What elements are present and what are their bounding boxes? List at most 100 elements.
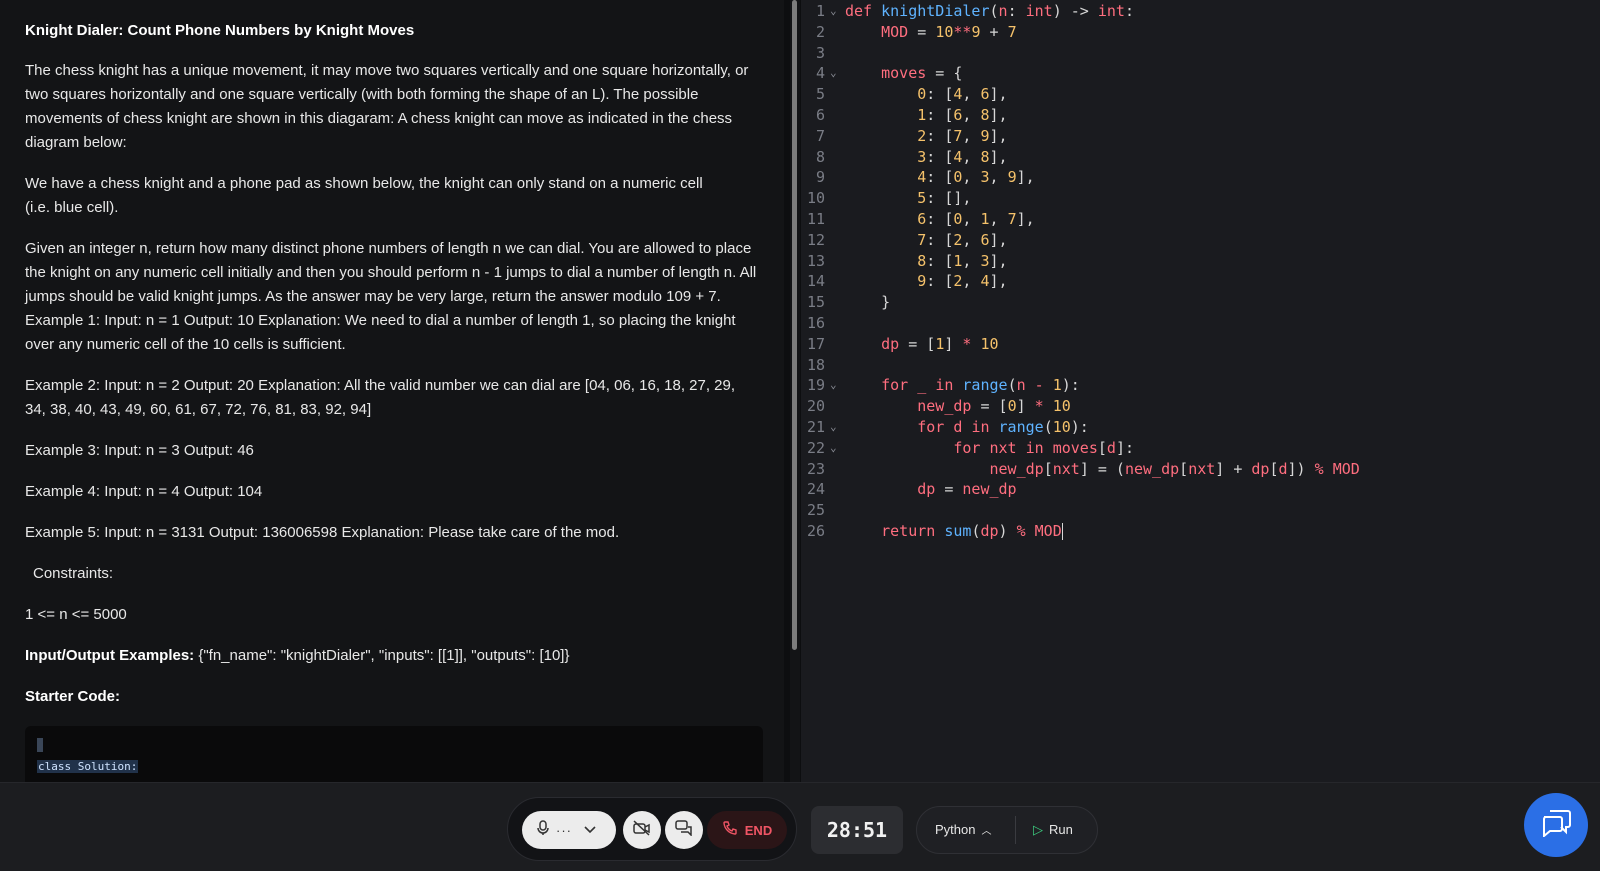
fold-chevron-icon[interactable]: ⌄ — [830, 375, 837, 396]
fold-chevron-icon[interactable]: ⌄ — [830, 417, 837, 438]
line-number: 13 — [806, 251, 825, 270]
chevron-up-icon: ︿ — [981, 826, 992, 837]
line-number: 21 — [806, 417, 825, 436]
code-line: 9 4: [0, 3, 9], — [801, 167, 1600, 188]
code-line: 13 8: [1, 3], — [801, 251, 1600, 272]
code-line: 10 5: [], — [801, 188, 1600, 209]
line-number: 26 — [806, 521, 825, 540]
problem-scrollbar-thumb[interactable] — [792, 0, 797, 650]
code-text: dp = new_dp — [917, 480, 1017, 499]
microphone-icon — [536, 820, 550, 840]
code-text: 3: [4, 8], — [917, 147, 1008, 166]
code-text: moves = { — [881, 64, 963, 83]
code-text: 8: [1, 3], — [917, 251, 1008, 270]
code-line: 26 return sum(dp) % MOD — [801, 521, 1600, 542]
starter-code-block[interactable]: class Solution: — [25, 726, 763, 782]
code-text: } — [845, 293, 891, 312]
fold-chevron-icon[interactable]: ⌄ — [830, 438, 837, 459]
code-line: 4 ⌄ moves = { — [801, 63, 1600, 84]
language-run-group: Python ︿ ▷ Run — [916, 806, 1098, 854]
code-line: 24 dp = new_dp — [801, 479, 1600, 500]
line-number: 14 — [806, 272, 825, 291]
problem-paragraph: The chess knight has a unique movement, … — [25, 62, 749, 151]
starter-label-text: Starter Code: — [25, 688, 121, 705]
line-number: 4 — [815, 64, 825, 83]
line-number: 5 — [815, 85, 825, 104]
code-line: 11 6: [0, 1, 7], — [801, 209, 1600, 230]
constraint-text: 1 <= n <= 5000 — [25, 606, 127, 623]
line-number: 8 — [815, 147, 825, 166]
code-text: new_dp[nxt] = (new_dp[nxt] + dp[d]) % MO… — [989, 459, 1360, 478]
line-number: 12 — [806, 230, 825, 249]
code-text: 4: [0, 3, 9], — [917, 168, 1035, 187]
starter-code-line: class Solution: — [37, 760, 139, 773]
code-text: 1: [6, 8], — [917, 105, 1008, 124]
camera-off-icon — [633, 820, 651, 840]
code-line: 6 1: [6, 8], — [801, 105, 1600, 126]
code-text: MOD = 10**9 + 7 — [881, 22, 1017, 41]
line-number: 16 — [806, 313, 825, 332]
problem-panel: Knight Dialer: Count Phone Numbers by Kn… — [0, 0, 784, 782]
code-line: 7 2: [7, 9], — [801, 126, 1600, 147]
line-number: 22 — [806, 438, 825, 457]
problem-paragraph: Given an integer n, return how many dist… — [25, 240, 757, 353]
code-line: 5 0: [4, 6], — [801, 84, 1600, 105]
line-number: 6 — [815, 105, 825, 124]
chevron-down-icon[interactable] — [584, 823, 596, 837]
code-text: 5: [], — [917, 189, 972, 208]
line-number: 25 — [806, 501, 825, 520]
camera-off-button[interactable] — [623, 811, 661, 849]
code-line: 17 dp = [1] * 10 — [801, 334, 1600, 355]
problem-paragraph: Example 4: Input: n = 4 Output: 104 — [25, 483, 263, 500]
code-line: 18 — [801, 355, 1600, 376]
code-line: 16 — [801, 313, 1600, 334]
microphone-button[interactable]: ··· — [522, 811, 616, 849]
code-line: 22 ⌄ for nxt in moves[d]: — [801, 438, 1600, 459]
chat-icon — [1541, 809, 1571, 842]
session-timer: 28:51 — [811, 806, 903, 854]
language-selector[interactable]: Python ︿ — [935, 807, 991, 853]
code-text: for _ in range(n - 1): — [881, 376, 1080, 395]
language-label: Python — [935, 822, 976, 837]
code-line: 20 new_dp = [0] * 10 — [801, 396, 1600, 417]
problem-paragraph: Example 2: Input: n = 2 Output: 20 Expla… — [25, 377, 736, 418]
fold-chevron-icon[interactable]: ⌄ — [830, 1, 837, 22]
problem-title: Knight Dialer: Count Phone Numbers by Kn… — [25, 22, 415, 39]
code-line: 19 ⌄ for _ in range(n - 1): — [801, 375, 1600, 396]
code-text: for d in range(10): — [917, 417, 1089, 436]
code-text: 7: [2, 6], — [917, 230, 1008, 249]
chat-button[interactable] — [665, 811, 703, 849]
line-number: 19 — [806, 376, 825, 395]
play-icon: ▷ — [1033, 822, 1043, 837]
line-number: 17 — [806, 334, 825, 353]
fold-chevron-icon[interactable]: ⌄ — [830, 63, 837, 84]
code-text: for nxt in moves[d]: — [953, 438, 1134, 457]
code-cursor — [37, 738, 43, 752]
code-text: 6: [0, 1, 7], — [917, 209, 1035, 228]
io-label: Input/Output Examples: — [25, 647, 195, 664]
code-line: 21 ⌄ for d in range(10): — [801, 417, 1600, 438]
code-line: 3 — [801, 43, 1600, 64]
code-line: 15 } — [801, 292, 1600, 313]
line-number: 2 — [815, 22, 825, 41]
code-line: 25 — [801, 500, 1600, 521]
line-number: 11 — [806, 209, 825, 228]
code-line: 12 7: [2, 6], — [801, 230, 1600, 251]
code-line: 2 MOD = 10**9 + 7 — [801, 22, 1600, 43]
code-text: 9: [2, 4], — [917, 272, 1008, 291]
code-line: 8 3: [4, 8], — [801, 147, 1600, 168]
line-number: 3 — [815, 43, 825, 62]
chat-bubbles-icon — [675, 820, 693, 840]
problem-paragraph: We have a chess knight and a phone pad a… — [25, 175, 703, 216]
support-chat-button[interactable] — [1524, 793, 1588, 857]
problem-paragraph: Example 3: Input: n = 3 Output: 46 — [25, 442, 254, 459]
run-label: Run — [1049, 822, 1073, 837]
line-number: 23 — [806, 459, 825, 478]
run-button[interactable]: ▷ Run — [1033, 807, 1073, 853]
divider — [1015, 816, 1016, 844]
code-text: def knightDialer(n: int) -> int: — [845, 2, 1134, 20]
code-editor[interactable]: 1 ⌄ def knightDialer(n: int) -> int: 2 MOD… — [801, 0, 1600, 782]
line-number: 7 — [815, 126, 825, 145]
end-call-button[interactable]: END — [707, 811, 787, 849]
text-caret — [1061, 522, 1063, 540]
